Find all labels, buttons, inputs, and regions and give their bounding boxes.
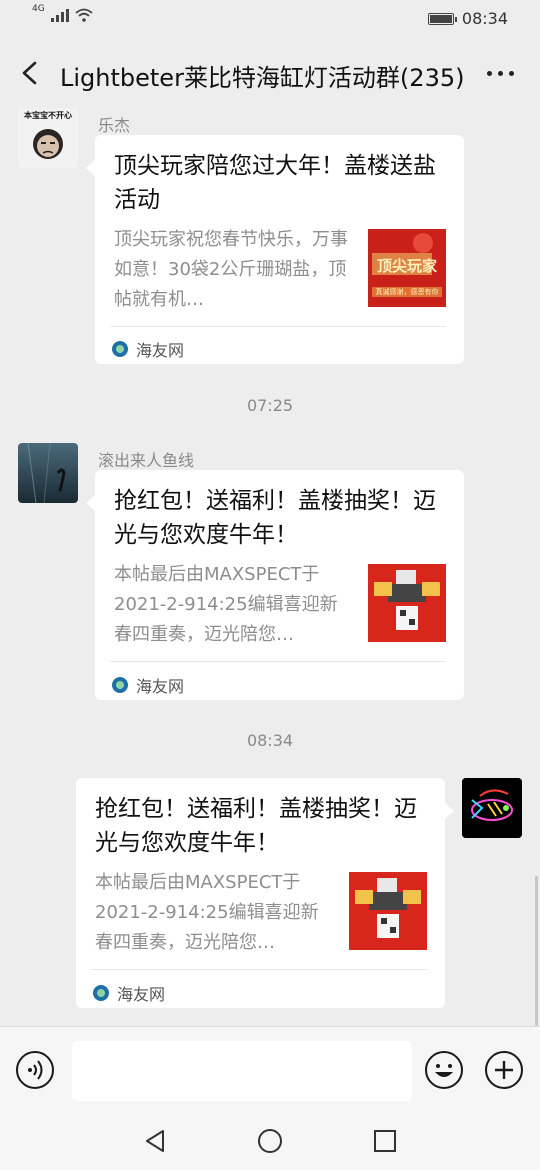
link-card[interactable]: 顶尖玩家陪您过大年！盖楼送盐活动 顶尖玩家祝您春节快乐，万事如意！30袋2公斤珊…: [95, 135, 464, 364]
timestamp: 07:25: [246, 396, 294, 415]
source-label: 海友网: [117, 985, 166, 1004]
wifi-icon: [75, 8, 93, 22]
battery-icon: [427, 12, 457, 25]
thumbnail-tagline: 真诚感谢，感恩有你: [375, 288, 439, 296]
avatar[interactable]: [18, 443, 78, 503]
chat-title: Lightbeter莱比特海缸灯活动群(235): [60, 64, 465, 92]
timestamp: 08:34: [246, 731, 294, 750]
card-thumbnail: 顶尖玩家 真诚感谢，感恩有你: [368, 229, 446, 307]
card-source: 海友网: [112, 673, 184, 697]
input-bar: [0, 1026, 540, 1115]
system-navigation-bar: [0, 1114, 540, 1170]
more-options-icon[interactable]: [487, 71, 514, 76]
source-logo-icon: [112, 677, 128, 693]
red-envelope-image: [349, 872, 427, 950]
card-source: 海友网: [112, 337, 184, 361]
card-thumbnail: [368, 564, 446, 642]
avatar[interactable]: 本宝宝不开心: [18, 108, 78, 168]
signal-icon: [50, 9, 69, 22]
scrollbar[interactable]: [535, 876, 538, 1026]
neon-fish-avatar-icon: [462, 778, 522, 838]
underwater-avatar-icon: [18, 443, 78, 503]
avatar[interactable]: [462, 778, 522, 838]
system-home-icon[interactable]: [257, 1128, 283, 1154]
link-card[interactable]: 抢红包！送福利！盖楼抽奖！迈光与您欢度牛年！ 本帖最后由MAXSPECT于202…: [95, 470, 464, 700]
source-label: 海友网: [136, 677, 185, 696]
thumbnail-headline: 顶尖玩家: [376, 257, 437, 275]
link-card[interactable]: 抢红包！送福利！盖楼抽奖！迈光与您欢度牛年！ 本帖最后由MAXSPECT于202…: [76, 778, 445, 1008]
voice-icon: [28, 1060, 43, 1080]
chat-header: Lightbeter莱比特海缸灯活动群(235): [0, 40, 540, 106]
plus-icon: [495, 1061, 513, 1079]
voice-input-button[interactable]: [16, 1051, 54, 1089]
network-type: 4G: [32, 4, 45, 14]
card-title: 抢红包！送福利！盖楼抽奖！迈光与您欢度牛年！: [114, 488, 436, 548]
system-recents-icon[interactable]: [373, 1129, 397, 1153]
sender-name: 乐杰: [98, 116, 131, 135]
avatar-caption: 本宝宝不开心: [24, 111, 72, 120]
card-description: 顶尖玩家祝您春节快乐，万事如意！30袋2公斤珊瑚盐，顶帖就有机…: [114, 229, 348, 310]
source-logo-icon: [112, 341, 128, 357]
emoji-icon: [435, 1064, 453, 1077]
red-envelope-image: [368, 564, 446, 642]
system-back-icon[interactable]: [143, 1128, 167, 1154]
emoji-button[interactable]: [425, 1051, 463, 1089]
card-description: 本帖最后由MAXSPECT于2021-2-914:25编辑喜迎新春四重奏，迈光陪…: [95, 872, 319, 953]
card-thumbnail: [349, 872, 427, 950]
status-bar: 4G 08:34: [0, 0, 540, 40]
card-title: 顶尖玩家陪您过大年！盖楼送盐活动: [114, 153, 436, 213]
more-features-button[interactable]: [485, 1051, 523, 1089]
sender-name: 滚出来人鱼线: [98, 451, 195, 470]
back-arrow-icon[interactable]: [16, 58, 44, 88]
card-description: 本帖最后由MAXSPECT于2021-2-914:25编辑喜迎新春四重奏，迈光陪…: [114, 564, 338, 645]
clock: 08:34: [461, 9, 508, 28]
card-title: 抢红包！送福利！盖楼抽奖！迈光与您欢度牛年！: [95, 796, 417, 856]
source-label: 海友网: [136, 341, 185, 360]
card-source: 海友网: [93, 981, 165, 1005]
message-input[interactable]: [72, 1041, 412, 1101]
source-logo-icon: [93, 985, 109, 1001]
